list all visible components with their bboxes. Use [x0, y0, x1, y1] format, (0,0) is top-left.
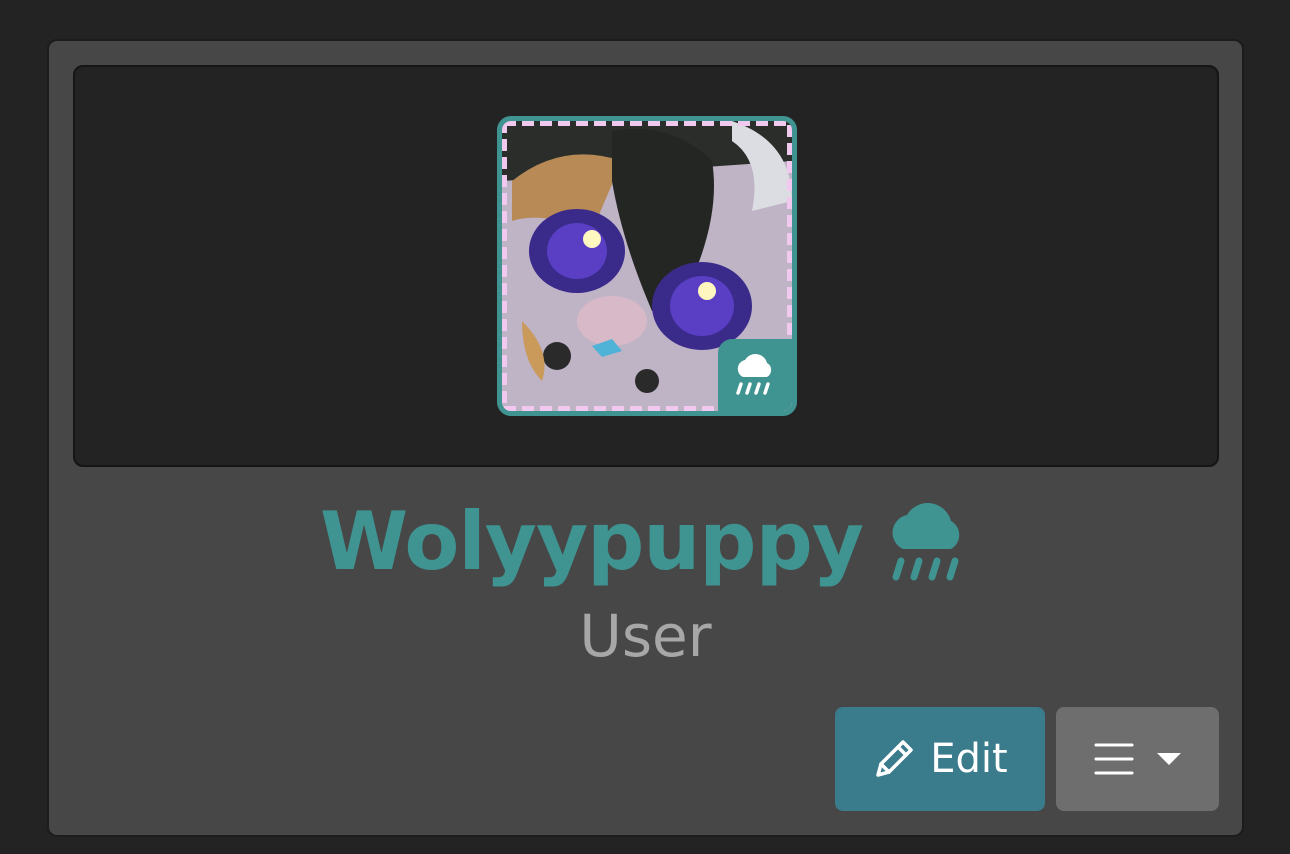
pencil-icon [876, 740, 914, 777]
edit-button-label: Edit [930, 736, 1008, 782]
edit-profile-button[interactable]: Edit [835, 707, 1045, 811]
hamburger-icon [1094, 743, 1133, 775]
profile-banner [73, 65, 1219, 467]
profile-menu-dropdown-button[interactable] [1056, 707, 1219, 811]
profile-card: Wolyypuppy User Edit [47, 39, 1244, 837]
cloud-rain-icon [736, 354, 772, 395]
caret-down-icon [1156, 753, 1181, 765]
cloud-rain-icon [892, 503, 960, 581]
avatar[interactable] [497, 116, 797, 416]
username[interactable]: Wolyypuppy [320, 502, 864, 582]
username-row: Wolyypuppy [49, 499, 1242, 585]
user-role: User [579, 602, 712, 670]
avatar-status-badge [718, 339, 792, 411]
